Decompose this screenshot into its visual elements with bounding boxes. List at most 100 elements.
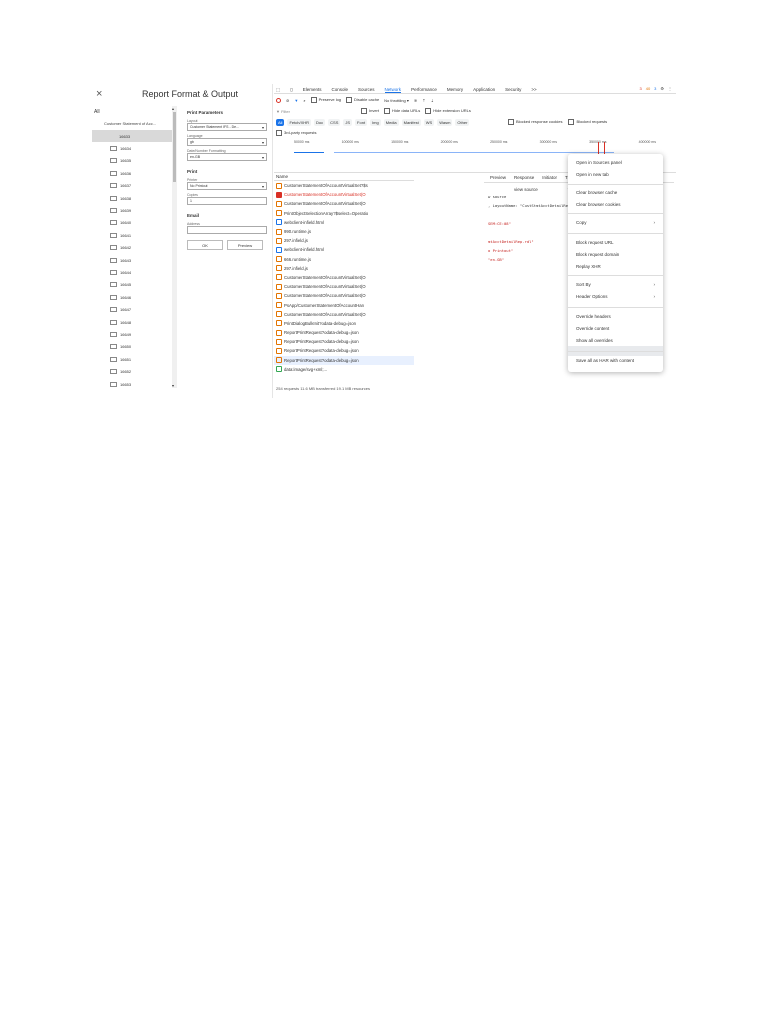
type-filter-all[interactable]: All [276,118,285,126]
preserve-log-checkbox[interactable]: Preserve log [310,97,341,103]
more-icon[interactable]: ⋮ [668,86,672,91]
filter-input[interactable]: ▼ Filter [276,109,356,114]
inspect-icon[interactable]: ⬚ [276,87,280,93]
tab-memory[interactable]: Memory [447,87,463,92]
type-filter-fetchxhr[interactable]: Fetch/XHR [287,118,312,126]
list-item[interactable]: 16638 [92,192,176,204]
issue-badges[interactable]: 3 40 3 ⚙ ⋮ [639,86,672,91]
menu-item[interactable]: Override content [576,326,655,331]
table-row[interactable]: PrintObjectSelectionArray?$select=Operat… [274,209,414,218]
tab-elements[interactable]: Elements [303,87,322,92]
list-item[interactable]: 16642 [92,242,176,254]
table-row[interactable]: data:image/svg+xml;... [274,365,414,374]
printer-select[interactable]: No Printout ▾ [187,182,267,190]
table-row[interactable]: PsApp/CustomerStatementOfAccountHan [274,300,414,309]
type-filter-manifest[interactable]: Manifest [401,118,421,126]
type-filter-media[interactable]: Media [383,118,399,126]
type-filter-js[interactable]: JS [343,118,353,126]
copies-input[interactable]: 1 [187,197,267,205]
table-row[interactable]: CustomerStatementOfAccountVirtualSet(O [274,190,414,199]
tab-initiator[interactable]: Initiator [542,175,557,180]
preview-button[interactable]: Preview [227,240,263,250]
throttle-select[interactable]: No throttling ▾ [384,98,409,103]
blocked-requests-checkbox[interactable]: Blocked requests [568,119,607,125]
tab-application[interactable]: Application [473,87,495,92]
menu-item[interactable]: Copy › [576,220,655,225]
scroll-down-icon[interactable]: ▾ [172,383,174,388]
table-row[interactable]: webclient-infield.html [274,245,414,254]
tab-console[interactable]: Console [332,87,349,92]
address-input[interactable] [187,226,267,234]
tab-security[interactable]: Security [505,87,521,92]
tab-preview[interactable]: Preview [490,175,506,180]
table-row[interactable]: ReportPrintRequest?odata-debug=json [274,355,414,365]
language-select[interactable]: gb ▾ [187,138,267,146]
list-item[interactable]: 16634 [92,142,176,154]
list-item[interactable]: 16633 [92,130,176,143]
blocked-cookies-checkbox[interactable]: Blocked response cookies [508,119,562,125]
menu-item[interactable]: Sort By › [576,282,655,287]
invert-checkbox[interactable]: Invert [361,108,379,114]
settings-icon[interactable]: ⚙ [660,86,664,91]
ok-button[interactable]: OK [187,240,223,250]
list-item[interactable]: 16644 [92,266,176,278]
type-filter-css[interactable]: CSS [328,118,341,126]
table-row[interactable]: 297.infield.js [274,236,414,245]
clear-icon[interactable]: ⊘ [286,98,289,103]
name-column-header[interactable]: Name [274,172,414,181]
list-item[interactable]: 16652 [92,365,176,377]
menu-item[interactable]: Replay XHR [576,264,655,269]
scroll-thumb[interactable] [173,112,176,182]
list-item[interactable]: 16647 [92,303,176,315]
tab-sources[interactable]: Sources [358,87,375,92]
table-row[interactable]: ReportPrintRequest?odata-debug=json [274,346,414,355]
menu-item[interactable]: Show all overrides [576,338,655,343]
list-item[interactable]: 16651 [92,353,176,365]
tab-performance[interactable]: Performance [411,87,437,92]
wifi-icon[interactable]: ≋ [414,98,417,103]
menu-item[interactable]: Clear browser cookies [576,202,655,207]
close-icon[interactable]: × [96,88,102,100]
table-row[interactable]: CustomerStatementOfAccountVirtualSet(O [274,282,414,291]
menu-item[interactable]: Open in new tab [576,172,655,177]
hide-ext-checkbox[interactable]: Hide extension URLs [425,108,471,114]
type-filter-wasm[interactable]: Wasm [437,118,453,126]
tab-network[interactable]: Network [384,87,402,93]
table-row[interactable]: ReportPrintRequest?odata-debug=json [274,328,414,337]
table-row[interactable]: 297.infield.js [274,264,414,273]
table-row[interactable]: 990.runtime.js [274,227,414,236]
type-filter-doc[interactable]: Doc [314,118,326,126]
layout-select[interactable]: Customer Statement IFS - De... ▾ [187,123,267,131]
table-row[interactable]: 666.runtime.js [274,255,414,264]
table-row[interactable]: CustomerStatementOfAccountVirtualSet(O [274,291,414,300]
list-item[interactable]: 16646 [92,291,176,303]
table-row[interactable]: CustomerStatementOfAccountVirtualSet(O [274,199,414,208]
table-row[interactable]: CustomerStatementOfAccountVirtualSet?$s [274,181,414,190]
menu-item[interactable]: Open in Sources panel [576,160,655,165]
list-item[interactable]: 16643 [92,254,176,266]
list-item[interactable]: 16648 [92,316,176,328]
tab-response[interactable]: Response [514,175,534,180]
list-item[interactable]: 16640 [92,217,176,229]
hide-data-checkbox[interactable]: Hide data URLs [384,108,420,114]
export-icon[interactable]: ⇣ [431,98,434,103]
list-item[interactable]: 16653 [92,378,176,390]
filter-icon[interactable]: ▼ [294,98,298,103]
tab-all[interactable]: All [94,109,100,115]
type-filter-other[interactable]: Other [455,118,470,126]
list-scrollbar[interactable]: ▴ ▾ [172,106,177,388]
disable-cache-checkbox[interactable]: Disable cache [346,97,379,103]
device-toolbar-icon[interactable]: ▯ [290,87,292,93]
list-item[interactable]: 16649 [92,328,176,340]
table-row[interactable]: CustomerStatementOfAccountVirtualSet(O [274,310,414,319]
format-select[interactable]: en-GB ▾ [187,153,267,161]
table-row[interactable]: webclient-infield.html [274,218,414,227]
menu-item[interactable]: Block request domain [576,252,655,257]
view-source-link[interactable]: view source [514,187,538,192]
menu-item[interactable]: Save all as HAR with content [576,358,655,363]
list-item[interactable]: 16650 [92,341,176,353]
type-filter-img[interactable]: Img [370,118,381,126]
menu-item[interactable]: Clear browser cache [576,190,655,195]
list-item[interactable]: 16641 [92,229,176,241]
type-filter-font[interactable]: Font [355,118,368,126]
